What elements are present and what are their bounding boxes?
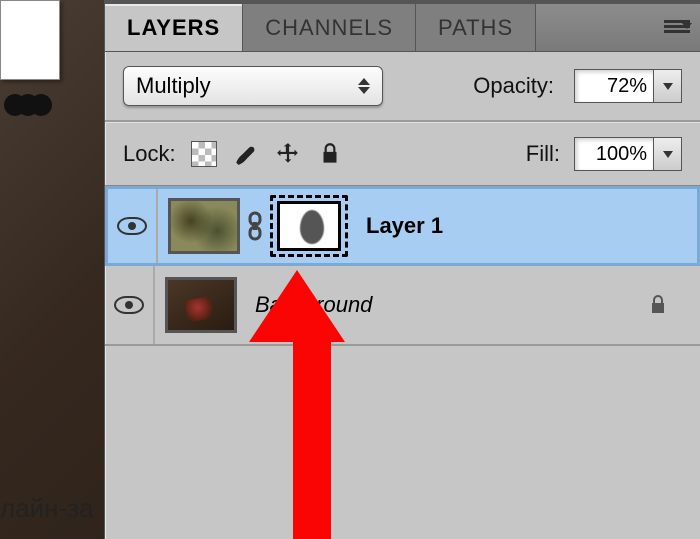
lock-fill-row: Lock: Fill: 100% [105,122,700,185]
partial-background-text: лайн-за [0,493,94,524]
link-icon[interactable] [246,211,264,241]
blend-mode-value: Multiply [136,73,211,99]
opacity-input[interactable]: 72% [574,69,654,103]
fill-label: Fill: [526,141,560,167]
layer-name[interactable]: Layer 1 [366,213,443,239]
visibility-toggle[interactable] [105,266,155,344]
eye-icon [117,217,147,235]
visibility-toggle[interactable] [108,189,158,263]
layer-row-background[interactable]: Background [105,266,700,346]
blend-mode-select[interactable]: Multiply [123,66,383,106]
fill-popup-button[interactable] [654,137,682,171]
brush-icon [233,141,259,167]
tab-paths[interactable]: PATHS [416,4,536,51]
layers-list: Layer 1 Background [105,185,700,466]
lock-all-button[interactable] [316,140,344,168]
brush-preview-icon [4,90,59,120]
app-background [0,0,110,539]
document-window-corner [0,0,60,80]
empty-layers-area [105,346,700,466]
lock-icon [317,141,343,167]
layers-panel: LAYERS CHANNELS PATHS Multiply Opacity: … [104,0,700,539]
panel-menu-icon[interactable] [664,18,690,36]
eye-icon [114,296,144,314]
lock-position-button[interactable] [274,140,302,168]
layer-thumbnail[interactable] [168,198,240,254]
select-arrows-icon [358,78,370,94]
tab-channels[interactable]: CHANNELS [243,4,416,51]
fill-input[interactable]: 100% [574,137,654,171]
opacity-label: Opacity: [473,73,554,99]
layer-thumbnail[interactable] [165,277,237,333]
opacity-popup-button[interactable] [654,69,682,103]
transparency-checker-icon [191,141,217,167]
layer-row-layer1[interactable]: Layer 1 [105,186,700,266]
background-lock-icon [646,293,670,317]
layer-mask-thumbnail[interactable] [270,195,348,257]
blend-opacity-row: Multiply Opacity: 72% [105,52,700,120]
lock-label: Lock: [123,141,176,167]
panel-tab-bar: LAYERS CHANNELS PATHS [105,4,700,52]
tab-layers[interactable]: LAYERS [105,4,243,51]
move-arrows-icon [275,141,301,167]
lock-transparency-button[interactable] [190,140,218,168]
layer-name[interactable]: Background [255,292,372,318]
lock-pixels-button[interactable] [232,140,260,168]
